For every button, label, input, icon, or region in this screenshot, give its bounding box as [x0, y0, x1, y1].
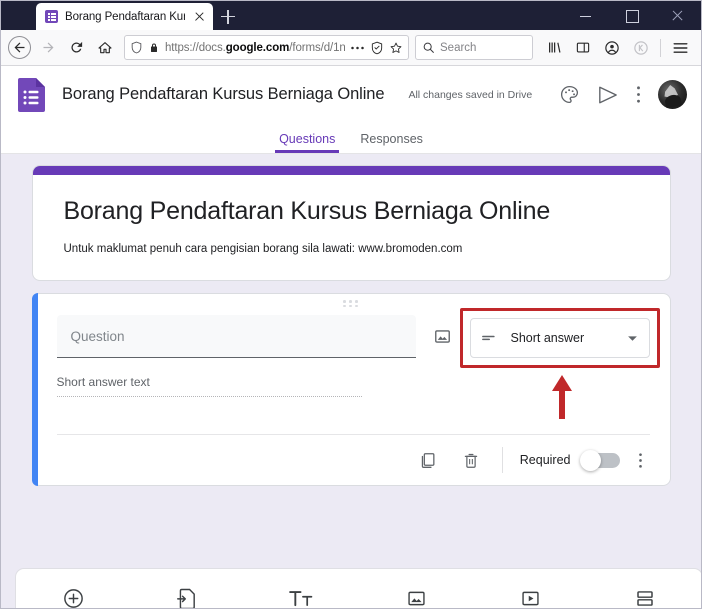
question-type-selector-wrapper: Short answer	[459, 308, 660, 419]
google-forms-logo	[18, 77, 45, 112]
palette-icon[interactable]	[559, 84, 580, 105]
question-answer-preview: Short answer text	[33, 358, 670, 397]
maximize-icon[interactable]	[609, 1, 655, 30]
form-title-card[interactable]: Borang Pendaftaran Kursus Berniaga Onlin…	[31, 165, 671, 281]
question-type-dropdown[interactable]: Short answer	[469, 318, 650, 358]
question-more-icon[interactable]	[632, 451, 650, 469]
window-controls	[563, 1, 701, 30]
tab-questions[interactable]: Questions	[275, 132, 340, 153]
toolbar-divider	[660, 38, 661, 57]
forms-header: Borang Pendaftaran Kursus Berniaga Onlin…	[1, 66, 701, 123]
close-window-icon[interactable]	[655, 1, 701, 30]
question-input[interactable]: Question	[56, 315, 416, 358]
back-arrow-icon[interactable]	[8, 36, 31, 59]
more-vert-icon[interactable]	[636, 85, 641, 104]
add-image-icon[interactable]	[359, 569, 473, 608]
chevron-down-icon	[627, 335, 638, 342]
search-input[interactable]: Search	[415, 35, 533, 60]
minimize-icon[interactable]	[563, 1, 609, 30]
close-tab-icon[interactable]	[192, 9, 207, 24]
forms-tabs: Questions Responses	[1, 123, 701, 154]
send-icon[interactable]	[597, 85, 619, 105]
forms-header-actions	[559, 80, 687, 109]
add-section-icon[interactable]	[588, 569, 701, 608]
ellipsis-icon[interactable]	[350, 45, 365, 51]
footer-divider	[501, 447, 503, 473]
browser-tab[interactable]: Borang Pendaftaran Kursus Ber	[36, 3, 213, 30]
question-card[interactable]: Question Short answer Short answer text …	[31, 293, 671, 486]
url-bar[interactable]: https://docs.google.com/forms/d/1nkoz	[124, 35, 409, 60]
search-placeholder: Search	[440, 41, 477, 54]
annotation-arrow-icon	[551, 375, 573, 419]
question-placeholder: Question	[70, 328, 125, 344]
forward-arrow-icon	[35, 34, 62, 61]
sidebar-icon[interactable]	[569, 34, 596, 61]
browser-titlebar: Borang Pendaftaran Kursus Ber	[1, 1, 701, 30]
account-icon[interactable]	[598, 34, 625, 61]
answer-underline	[56, 396, 362, 397]
form-title[interactable]: Borang Pendaftaran Kursus Berniaga Onlin…	[64, 197, 639, 226]
drag-handle-icon[interactable]	[343, 300, 359, 308]
home-icon[interactable]	[91, 34, 118, 61]
add-video-icon[interactable]	[473, 569, 587, 608]
reader-view-icon[interactable]	[370, 41, 384, 55]
add-question-icon[interactable]	[16, 569, 130, 608]
forms-bottom-toolbar	[15, 568, 701, 608]
question-type-label: Short answer	[510, 331, 585, 345]
browser-toolbar-icons	[540, 34, 694, 61]
tab-responses[interactable]: Responses	[356, 132, 427, 153]
forms-editor-body: Borang Pendaftaran Kursus Berniaga Onlin…	[1, 154, 701, 608]
user-avatar[interactable]	[658, 80, 687, 109]
tab-title: Borang Pendaftaran Kursus Ber	[65, 10, 185, 23]
question-footer: Required	[33, 435, 670, 485]
tracking-protection-icon[interactable]	[130, 41, 143, 54]
google-forms-favicon	[45, 10, 58, 23]
short-answer-icon	[481, 333, 499, 343]
form-description[interactable]: Untuk maklumat penuh cara pengisian bora…	[64, 243, 639, 255]
lock-icon	[148, 42, 160, 54]
reload-icon[interactable]	[63, 34, 90, 61]
browser-navigation-toolbar: https://docs.google.com/forms/d/1nkoz Se…	[1, 30, 701, 66]
hamburger-menu-icon[interactable]	[667, 34, 694, 61]
extension-k-icon[interactable]	[627, 34, 654, 61]
required-label: Required	[519, 453, 571, 467]
search-icon	[422, 41, 435, 54]
duplicate-icon[interactable]	[413, 445, 443, 475]
required-toggle[interactable]	[579, 449, 620, 471]
import-questions-icon[interactable]	[130, 569, 244, 608]
trash-icon[interactable]	[456, 445, 486, 475]
star-icon[interactable]	[389, 41, 403, 55]
forms-document-title[interactable]: Borang Pendaftaran Kursus Berniaga Onlin…	[62, 85, 385, 104]
add-title-description-icon[interactable]	[245, 569, 359, 608]
new-tab-button[interactable]	[213, 3, 243, 30]
url-text: https://docs.google.com/forms/d/1nkoz	[165, 41, 345, 54]
save-status: All changes saved in Drive	[408, 88, 533, 101]
add-image-icon[interactable]	[430, 323, 456, 349]
browser-window: Borang Pendaftaran Kursus Ber	[0, 0, 702, 609]
library-icon[interactable]	[540, 34, 567, 61]
